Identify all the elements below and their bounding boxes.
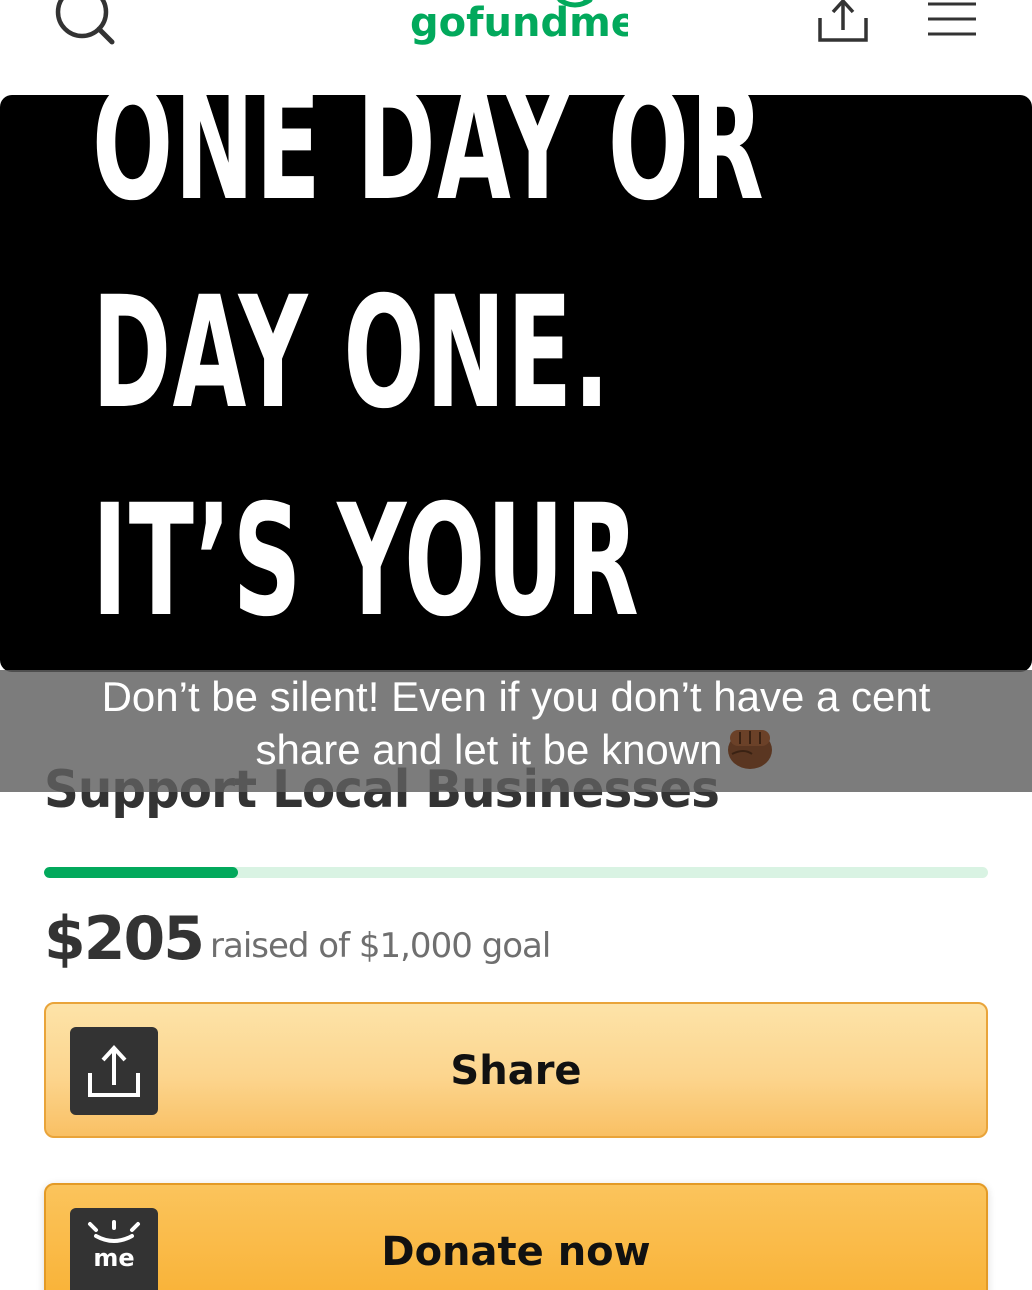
hero-text-line: ONE DAY OR (92, 95, 766, 235)
svg-text:gofundme: gofundme (410, 0, 628, 46)
goal-text: raised of $1,000 goal (210, 926, 551, 966)
donate-button[interactable]: me Donate now (44, 1183, 988, 1290)
gofundme-logo[interactable]: gofundme (408, 0, 638, 50)
hero-text-line: IT’S YOUR (92, 472, 641, 651)
top-nav: gofundme (0, 0, 1032, 92)
hamburger-menu-icon[interactable] (926, 0, 978, 40)
share-icon[interactable] (814, 0, 872, 44)
hero-text-line: DAY ONE. (92, 264, 611, 443)
search-icon[interactable] (52, 0, 116, 50)
share-button[interactable]: Share (44, 1002, 988, 1138)
story-caption: Don’t be silent! Even if you don’t have … (0, 670, 1032, 792)
amount-raised: $205 (44, 904, 205, 974)
raised-fist-emoji (728, 730, 773, 769)
caption-line-2: share and let it be known (0, 723, 1032, 776)
progress-fill (44, 867, 238, 878)
share-button-label: Share (450, 1048, 582, 1094)
campaign-page: gofundme ONE DAY OR DAY ONE. IT’S YOUR D… (0, 0, 1032, 1290)
progress-bar (44, 867, 988, 878)
donate-button-label: Donate now (381, 1229, 651, 1275)
campaign-hero-image[interactable]: ONE DAY OR DAY ONE. IT’S YOUR (0, 95, 1032, 672)
caption-line-1: Don’t be silent! Even if you don’t have … (101, 673, 931, 720)
